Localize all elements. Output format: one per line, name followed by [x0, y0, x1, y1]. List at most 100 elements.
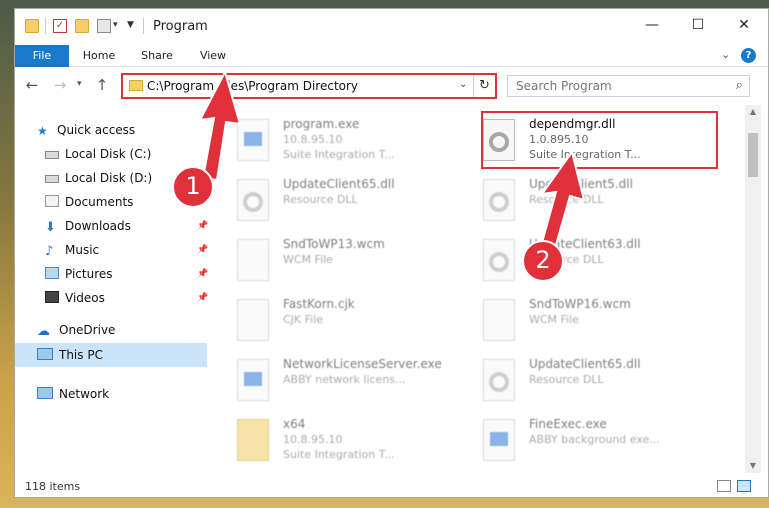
file-item-x64[interactable]: x64 10.8.95.10 Suite Integration T... [231, 415, 471, 467]
pc-icon [37, 348, 53, 360]
exe-icon [483, 419, 515, 461]
scroll-down-icon[interactable]: ▼ [745, 459, 761, 473]
folder-icon [25, 19, 39, 33]
sidebar-item-label: Quick access [57, 123, 136, 137]
cloud-icon: ☁ [37, 324, 50, 339]
file-name: x64 [283, 417, 306, 431]
sidebar-item-label: Downloads [65, 219, 131, 233]
up-button[interactable]: ↑ [93, 76, 111, 94]
search-input[interactable]: Search Program ⌕ [507, 75, 750, 97]
file-type: Resource DLL [529, 373, 604, 386]
sidebar-item-local-disk-c[interactable]: Local Disk (C:) [45, 143, 151, 165]
file-item[interactable]: SndToWP16.wcm WCM File [477, 295, 717, 347]
pin-icon[interactable]: 📌 [197, 245, 208, 255]
item-count: 118 items [25, 480, 81, 493]
chevron-down-icon[interactable]: ⌄ [459, 79, 467, 90]
file-item[interactable]: FastKorn.cjk CJK File [231, 295, 471, 347]
forward-button[interactable]: → [51, 76, 69, 94]
file-description: Suite Integration T... [283, 448, 395, 461]
file-name: SndToWP13.wcm [283, 237, 385, 251]
sidebar-item-onedrive[interactable]: ☁ OneDrive [37, 319, 115, 341]
sidebar-item-label: This PC [59, 348, 103, 362]
file-version: 10.8.95.10 [283, 133, 343, 146]
file-type: ABBY background exe... [529, 433, 660, 446]
customize-toolbar-icon[interactable]: ▼ [127, 20, 134, 30]
navigation-bar: ← → ▾ ↑ C:\Program Files\Program Directo… [15, 67, 768, 105]
quick-access-toolbar-icon[interactable] [97, 19, 111, 33]
file-item[interactable]: NetworkLicenseServer.exe ABBY network li… [231, 355, 471, 407]
tab-file[interactable]: File [15, 45, 69, 67]
file-item[interactable]: UpdateClient65.dll Resource DLL [477, 355, 717, 407]
file-item[interactable]: UpdateClient63.dll Resource DLL [477, 235, 717, 287]
file-name: program.exe [283, 117, 360, 131]
highlight-box [481, 111, 718, 169]
sidebar-item-pictures[interactable]: Pictures [45, 263, 113, 285]
divider [45, 18, 46, 34]
sidebar-item-downloads[interactable]: ⬇ Downloads [45, 215, 131, 237]
sidebar-item-local-disk-d[interactable]: Local Disk (D:) [45, 167, 152, 189]
file-type: CJK File [283, 313, 324, 326]
file-item[interactable]: UpdateClient5.dll Resource DLL [477, 175, 717, 227]
sidebar-item-network[interactable]: Network [37, 383, 109, 405]
vertical-scrollbar[interactable]: ▲ ▼ [745, 105, 761, 473]
file-item[interactable]: FineExec.exe ABBY background exe... [477, 415, 717, 467]
close-button[interactable]: ✕ [721, 9, 767, 41]
sidebar-item-label: Network [59, 387, 110, 401]
tab-view[interactable]: View [193, 45, 233, 67]
file-type: WCM File [529, 313, 579, 326]
large-icons-view-icon[interactable] [737, 480, 751, 492]
pin-icon[interactable]: 📌 [197, 269, 208, 279]
file-description: Suite Integration T... [283, 148, 395, 161]
search-placeholder: Search Program [516, 79, 612, 93]
refresh-button[interactable]: ↻ [473, 75, 495, 97]
recent-locations-icon[interactable]: ▾ [77, 79, 82, 89]
window-title: Program [153, 19, 208, 34]
sidebar-item-this-pc[interactable]: This PC [37, 344, 103, 366]
file-name: FastKorn.cjk [283, 297, 355, 311]
address-path[interactable]: C:\Program Files\Program Directory [147, 79, 358, 93]
file-name: UpdateClient5.dll [529, 177, 633, 191]
folder-icon [237, 419, 269, 461]
exe-icon [237, 359, 269, 401]
tab-share[interactable]: Share [135, 45, 179, 67]
file-type: ABBY network licens... [283, 373, 406, 386]
star-icon: ★ [37, 124, 48, 138]
new-folder-icon[interactable] [75, 19, 89, 33]
navigation-pane: ★ Quick access Local Disk (C:) Local Disk… [15, 105, 211, 473]
music-icon: ♪ [45, 244, 54, 259]
file-item[interactable]: UpdateClient65.dll Resource DLL [231, 175, 471, 227]
file-item-program-exe[interactable]: program.exe 10.8.95.10 Suite Integration… [231, 115, 471, 167]
sidebar-item-label: Local Disk (C:) [65, 147, 152, 161]
download-icon: ⬇ [45, 220, 56, 235]
explorer-window: ✓ ▾ ▼ Program — ☐ ✕ File Home Share View… [14, 8, 769, 498]
chevron-down-icon[interactable]: ▾ [113, 20, 118, 30]
properties-check-icon[interactable]: ✓ [53, 19, 67, 33]
minimize-button[interactable]: — [629, 9, 675, 41]
pictures-icon [45, 267, 59, 279]
pin-icon[interactable]: 📌 [197, 221, 208, 231]
network-icon [37, 387, 53, 399]
sidebar-item-videos[interactable]: Videos [45, 287, 105, 309]
sidebar-item-label: OneDrive [59, 323, 116, 337]
details-view-icon[interactable] [717, 480, 731, 492]
drive-icon [45, 175, 59, 183]
pin-icon[interactable]: 📌 [197, 293, 208, 303]
maximize-button[interactable]: ☐ [675, 9, 721, 41]
title-bar: ✓ ▾ ▼ Program — ☐ ✕ [15, 9, 768, 45]
file-icon [237, 239, 269, 281]
sidebar-item-documents[interactable]: Documents [45, 191, 133, 213]
file-name: FineExec.exe [529, 417, 607, 431]
expand-ribbon-icon[interactable]: ⌄ [721, 48, 730, 61]
sidebar-item-music[interactable]: ♪ Music [45, 239, 99, 261]
documents-icon [45, 195, 59, 207]
address-bar[interactable]: C:\Program Files\Program Directory ⌄ ↻ [121, 73, 497, 99]
search-icon[interactable]: ⌕ [736, 78, 743, 93]
back-button[interactable]: ← [23, 76, 41, 94]
file-item[interactable]: SndToWP13.wcm WCM File [231, 235, 471, 287]
file-type: Resource DLL [529, 193, 604, 206]
scroll-up-icon[interactable]: ▲ [745, 105, 761, 119]
help-icon[interactable]: ? [741, 48, 756, 63]
sidebar-item-quick-access[interactable]: ★ Quick access [37, 119, 135, 141]
scroll-thumb[interactable] [748, 133, 758, 177]
tab-home[interactable]: Home [77, 45, 121, 67]
